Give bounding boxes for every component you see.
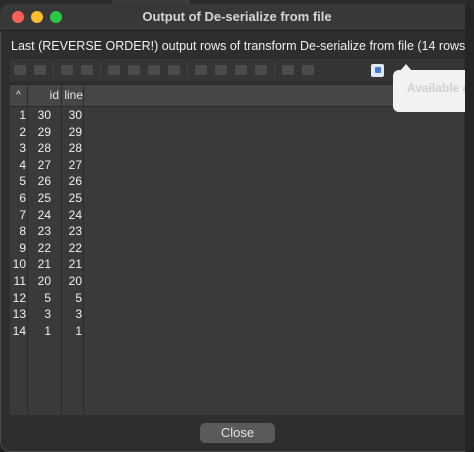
- toolbar-icon[interactable]: [81, 65, 93, 75]
- cell-id: 25: [37, 190, 51, 205]
- cell-line: 26: [68, 174, 82, 189]
- tooltip-text: Available o: [407, 81, 470, 95]
- toolbar-icon[interactable]: [34, 65, 46, 75]
- table-row[interactable]: 4 27 27: [10, 157, 464, 174]
- column-header-line[interactable]: line: [62, 85, 83, 106]
- toolbar-icon[interactable]: [195, 65, 207, 75]
- cell-line: 29: [68, 124, 82, 139]
- cell-id: 23: [37, 224, 51, 239]
- row-number: 4: [19, 157, 26, 172]
- toolbar-icon[interactable]: [148, 65, 160, 75]
- row-number: 3: [19, 141, 26, 156]
- output-table: ^ id line 1 30 30 2 2 9 29 3 28 28 4 27 27 5 26 2 6 …: [10, 84, 464, 415]
- cell-line: 3: [75, 307, 82, 322]
- cell-id: 29: [37, 124, 51, 139]
- cell-line: 23: [68, 224, 82, 239]
- show-available-icon[interactable]: [371, 63, 384, 77]
- title-bar: Output of De-serialize from file: [0, 4, 474, 31]
- row-number: 14: [12, 323, 26, 338]
- cell-line: 27: [68, 157, 82, 172]
- row-number: 9: [19, 240, 26, 255]
- toolbar-icon[interactable]: [302, 65, 314, 75]
- filter-icon[interactable]: [168, 65, 180, 75]
- toolbar-icon[interactable]: [14, 65, 26, 75]
- toolbar-icon[interactable]: [235, 65, 247, 75]
- table-row[interactable]: 7 24 24: [10, 207, 464, 224]
- toolbar-separator: [100, 63, 101, 77]
- cell-id: 20: [37, 273, 51, 288]
- tooltip: Available o: [393, 70, 474, 112]
- cell-id: 26: [37, 174, 51, 189]
- cell-id: 22: [37, 240, 51, 255]
- table-row[interactable]: 6 25 25: [10, 190, 464, 207]
- row-number: 10: [12, 257, 26, 272]
- row-number: 8: [19, 224, 26, 239]
- table-row[interactable]: 10 21 21: [10, 256, 464, 273]
- toolbar-separator: [53, 63, 54, 77]
- cell-line: 25: [68, 190, 82, 205]
- table-row[interactable]: 9 22 22: [10, 240, 464, 257]
- output-header-text: Last (REVERSE ORDER!) output rows of tra…: [11, 39, 470, 53]
- sort-indicator-icon[interactable]: ^: [10, 85, 27, 106]
- toolbar-icon[interactable]: [128, 65, 140, 75]
- toolbar-icon[interactable]: [255, 65, 267, 75]
- table-body: 1 30 30 2 29 29 3 28 28 4 27 27 5 26 26 6 25 25 7 24 2…: [10, 107, 464, 339]
- cell-line: 30: [68, 108, 82, 122]
- table-row[interactable]: 2 29 29: [10, 124, 464, 141]
- toolbar-separator: [187, 63, 188, 77]
- table-row[interactable]: 13 3 3: [10, 306, 464, 323]
- table-row[interactable]: 14 1 1: [10, 323, 464, 340]
- cell-line: 20: [68, 273, 82, 288]
- table-row[interactable]: 11 20 20: [10, 273, 464, 290]
- toolbar-icon[interactable]: [108, 65, 120, 75]
- window-title: Output of De-serialize from file: [142, 9, 332, 24]
- row-number: 6: [19, 190, 26, 205]
- window-edge: [465, 4, 474, 452]
- cell-id: 28: [37, 141, 51, 156]
- row-number: 5: [19, 174, 26, 189]
- dialog-window: Output of De-serialize from file Last (R…: [0, 4, 474, 452]
- row-number: 13: [12, 307, 26, 322]
- cell-id: 1: [44, 323, 51, 338]
- cell-line: 24: [68, 207, 82, 222]
- row-number: 2: [19, 124, 26, 139]
- table-row[interactable]: 8 23 23: [10, 223, 464, 240]
- toolbar-icon[interactable]: [61, 65, 73, 75]
- cell-id: 24: [37, 207, 51, 222]
- column-header-id[interactable]: id: [28, 85, 61, 106]
- row-number: 1: [19, 108, 26, 122]
- cell-id: 27: [37, 157, 51, 172]
- cell-id: 5: [44, 290, 51, 305]
- cell-line: 28: [68, 141, 82, 156]
- cell-line: 21: [68, 257, 82, 272]
- close-button[interactable]: Close: [200, 423, 275, 443]
- table-row[interactable]: 5 26 26: [10, 173, 464, 190]
- cell-id: 3: [44, 307, 51, 322]
- row-number: 11: [13, 273, 26, 288]
- cell-id: 21: [37, 257, 51, 272]
- toolbar-icon[interactable]: [282, 65, 294, 75]
- table-row[interactable]: 12 5 5: [10, 290, 464, 307]
- row-number: 12: [12, 290, 26, 305]
- cell-line: 22: [68, 240, 82, 255]
- cell-line: 1: [75, 323, 82, 338]
- row-number: 7: [19, 207, 26, 222]
- toolbar-separator: [274, 63, 275, 77]
- table-row[interactable]: 3 28 28: [10, 140, 464, 157]
- toolbar-icon[interactable]: [215, 65, 227, 75]
- cell-id: 30: [37, 108, 51, 122]
- cell-line: 5: [75, 290, 82, 305]
